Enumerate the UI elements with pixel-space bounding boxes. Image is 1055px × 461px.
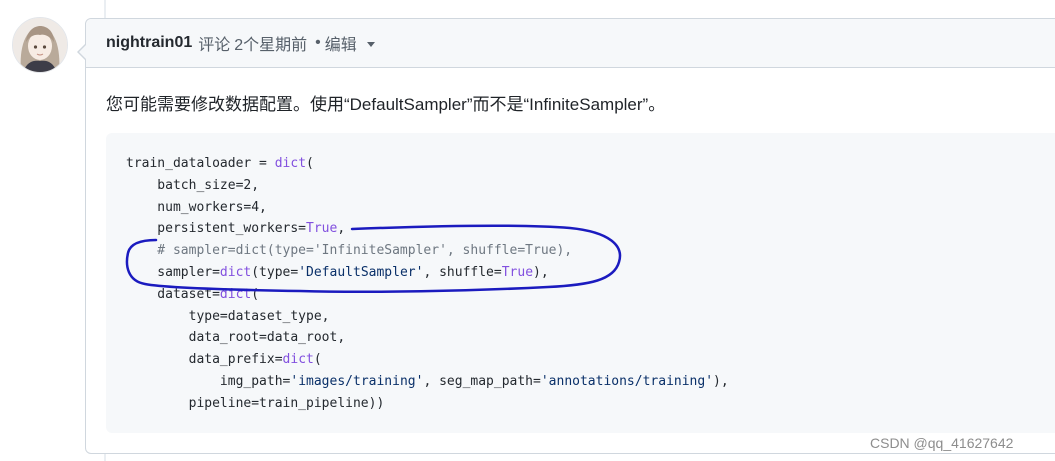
author-link[interactable]: nightrain01 — [106, 34, 192, 52]
code-block: train_dataloader = dict( batch_size=2, n… — [106, 133, 1055, 433]
comment-action: 评论 — [198, 37, 231, 54]
comment-header: nightrain01 评论 2个星期前 • 编辑 — [86, 19, 1055, 68]
code-line: type=dataset_type, — [126, 306, 729, 328]
code-token: True — [501, 264, 534, 280]
code-line: sampler=dict(type='DefaultSampler', shuf… — [126, 262, 729, 284]
code-token: , seg_map_path= — [423, 373, 541, 389]
watermark: CSDN @qq_41627642 — [870, 435, 1014, 451]
code-token: dict — [274, 156, 307, 171]
avatar[interactable] — [12, 17, 68, 73]
code-line: data_prefix=dict( — [126, 349, 729, 371]
code-token: data_root=data_root, — [126, 330, 346, 346]
code-line: batch_size=2, — [126, 175, 729, 197]
code-token: ( — [313, 352, 322, 368]
code-token: batch_size=2, — [126, 177, 260, 193]
code-token: pipeline=train_pipeline)) — [126, 395, 385, 411]
code-token: data_prefix= — [126, 352, 283, 368]
code-token: ), — [533, 264, 549, 280]
code-token: train_dataloader = — [126, 156, 275, 171]
chevron-down-icon[interactable] — [366, 42, 375, 47]
code-token: img_path= — [126, 373, 291, 389]
code-token: dataset= — [126, 286, 220, 302]
code-token: dict — [282, 352, 314, 368]
code-line: num_workers=4, — [126, 197, 729, 219]
code-token: 'images/training' — [290, 373, 424, 389]
code-token: num_workers=4, — [126, 199, 267, 215]
comment-box: nightrain01 评论 2个星期前 • 编辑 您可能需要修改数据配置。使用… — [77, 18, 1055, 454]
code-token: # sampler=dict(type='InfiniteSampler', s… — [126, 243, 573, 259]
code-line: persistent_workers=True, — [126, 218, 729, 240]
code-line: # sampler=dict(type='InfiniteSampler', s… — [126, 240, 729, 262]
code-line: dataset=dict( — [126, 284, 729, 306]
separator-dot: • — [315, 34, 321, 51]
code-token: 'annotations/training' — [540, 373, 714, 389]
code-line: data_root=data_root, — [126, 327, 729, 349]
code-token: ( — [306, 156, 314, 171]
comment-caret-inner — [79, 44, 87, 60]
comment-timestamp[interactable]: 2个星期前 — [234, 31, 307, 55]
code-token: , — [337, 221, 346, 237]
code-token: (type= — [251, 264, 299, 280]
code-token: , shuffle= — [423, 264, 502, 280]
code-token: dict — [219, 264, 252, 280]
code-token: True — [306, 221, 338, 237]
code-token: sampler= — [126, 264, 220, 280]
code-token: ), — [713, 373, 729, 389]
avatar-image — [13, 18, 67, 72]
code-token: persistent_workers= — [126, 221, 307, 237]
code-line: train_dataloader = dict( — [126, 153, 729, 175]
code-line: pipeline=train_pipeline)) — [126, 393, 729, 415]
edited-dropdown[interactable]: 编辑 — [325, 31, 357, 55]
code-token: ( — [251, 286, 260, 302]
code-token: 'DefaultSampler' — [298, 264, 424, 280]
code-token: dict — [219, 286, 252, 302]
comment-body: 您可能需要修改数据配置。使用“DefaultSampler”而不是“Infini… — [106, 95, 666, 114]
code-token: type=dataset_type, — [126, 308, 330, 324]
code-line: img_path='images/training', seg_map_path… — [126, 371, 729, 393]
code-content: train_dataloader = dict( batch_size=2, n… — [126, 153, 729, 415]
